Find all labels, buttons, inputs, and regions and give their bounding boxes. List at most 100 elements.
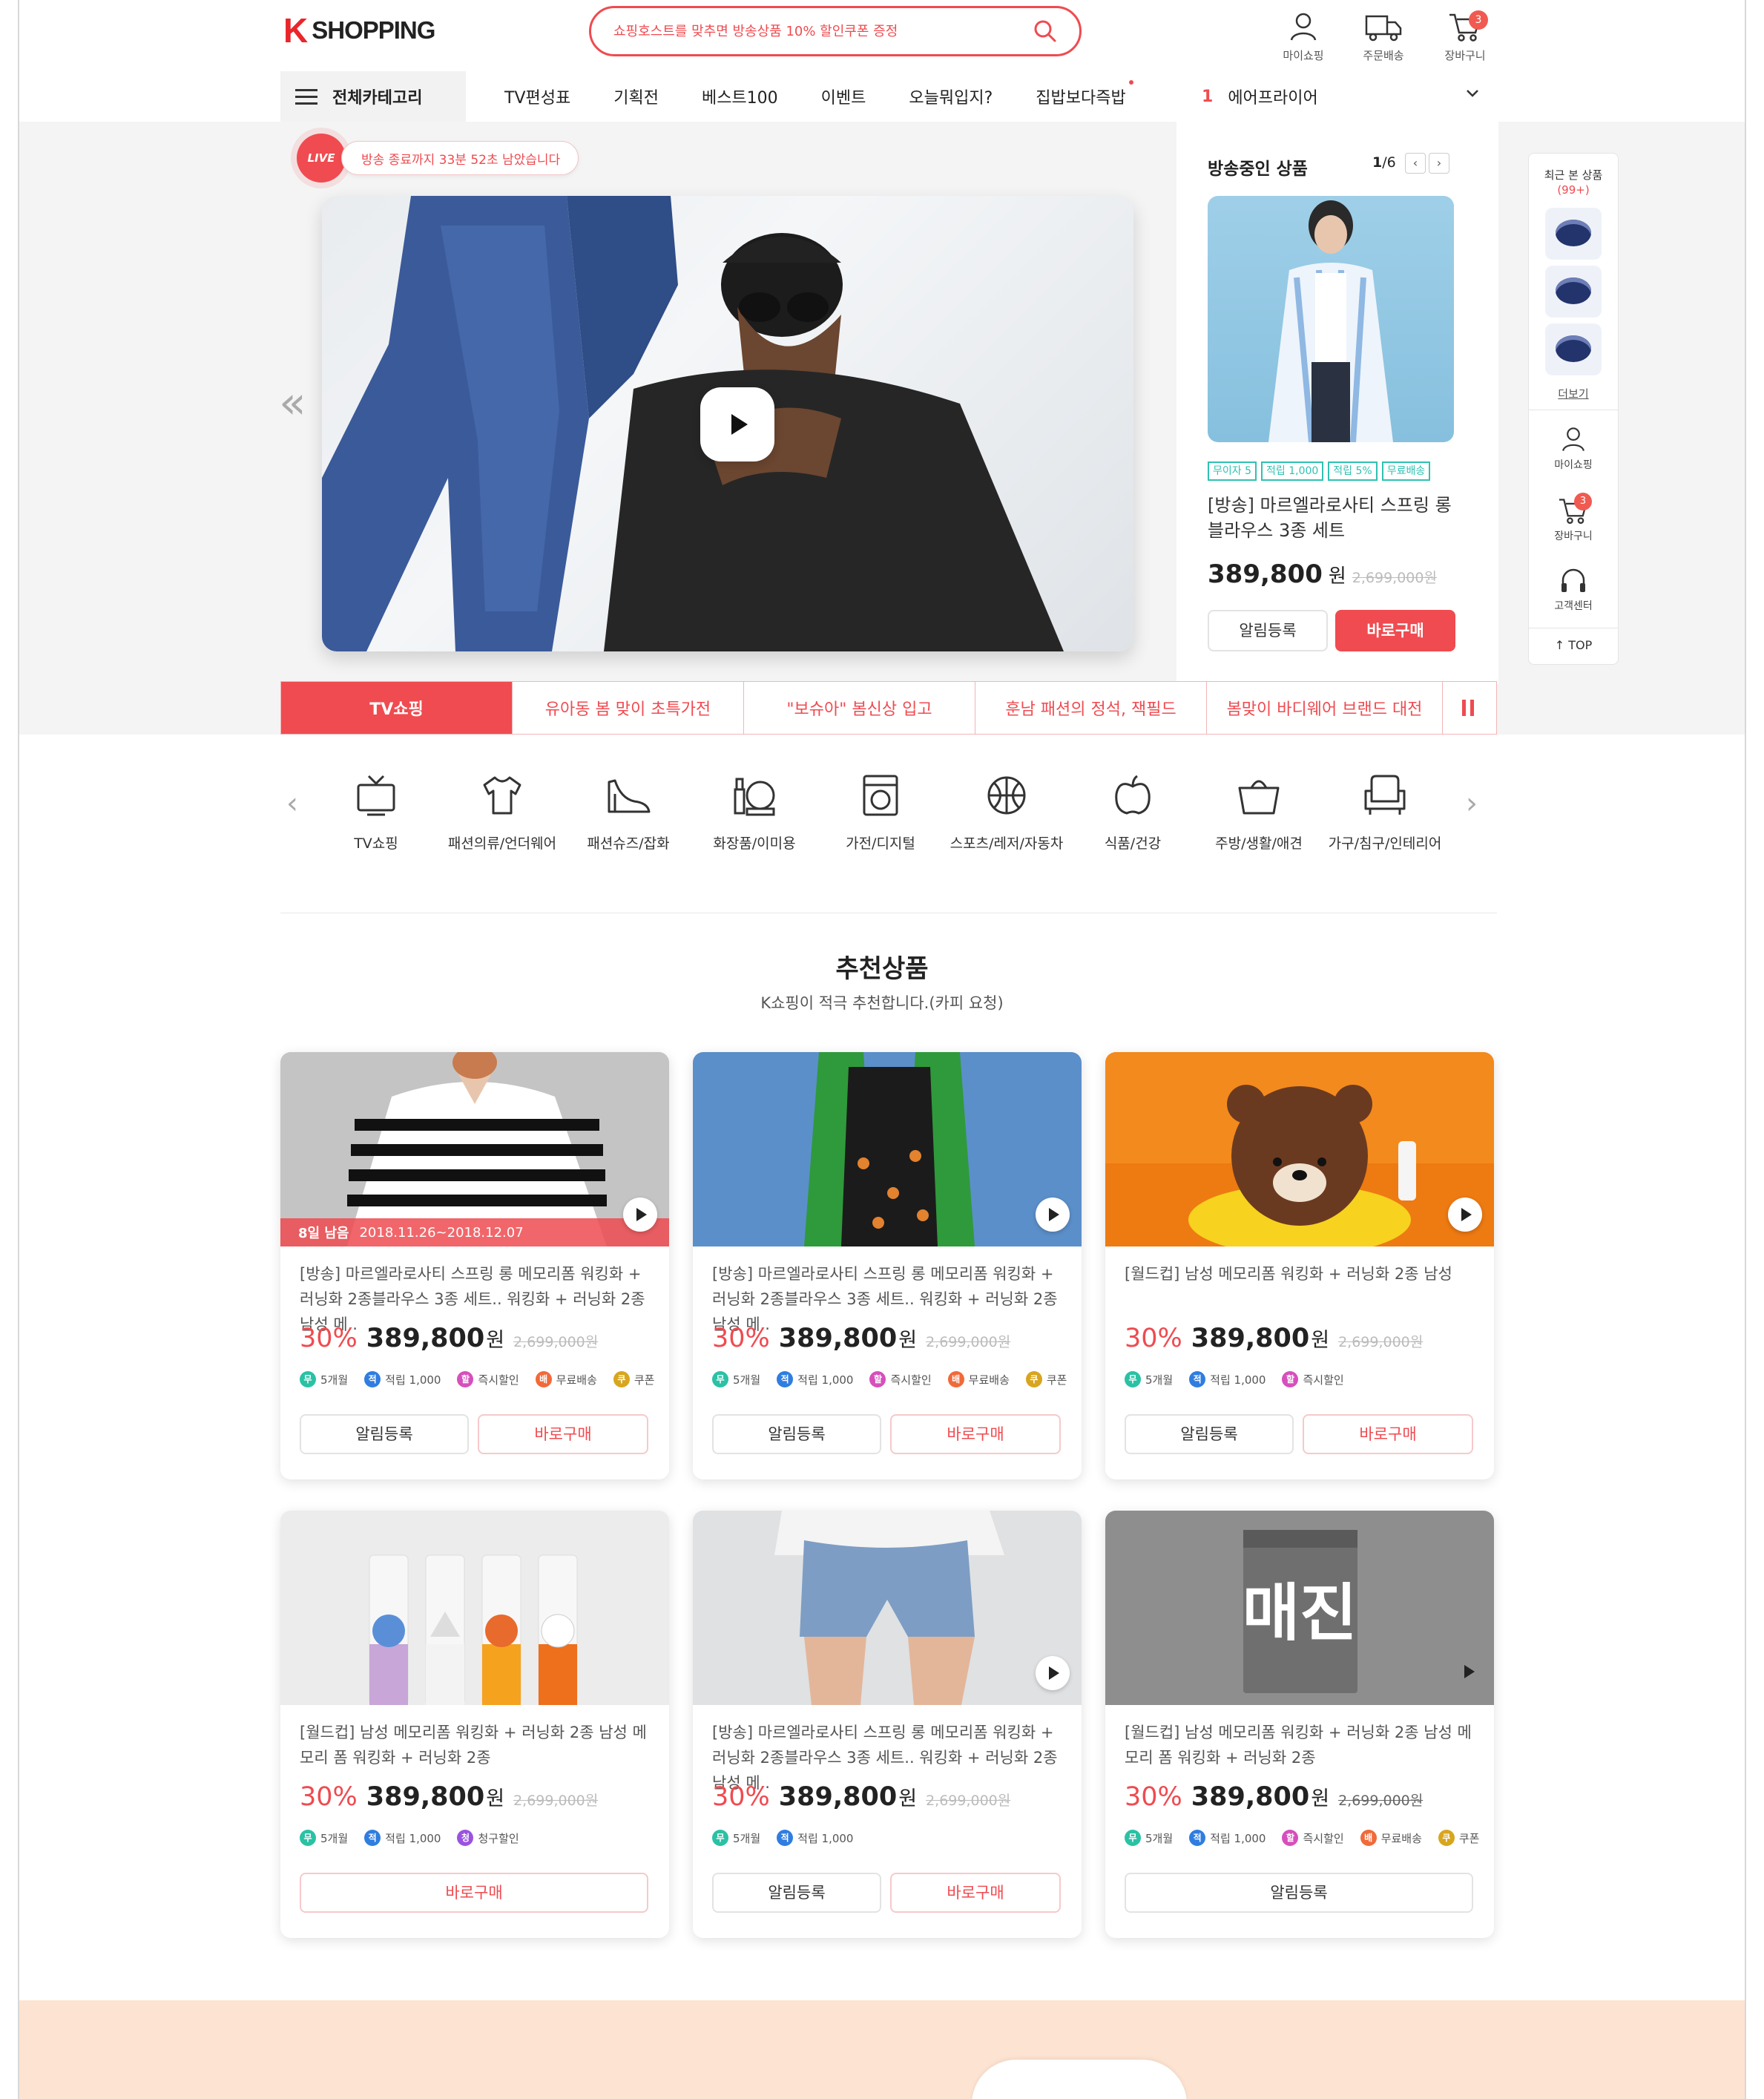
tab-tv-shopping[interactable]: TV쇼핑 [281, 682, 513, 734]
product-name[interactable]: [월드컵] 남성 메모리폼 워킹화 + 러닝화 2종 남성 메모리 폼 워킹화 … [300, 1720, 656, 1770]
nav-jipbap[interactable]: 집밥보다즉밥 [1036, 80, 1133, 108]
search-input[interactable] [613, 23, 1033, 39]
category-electronics[interactable]: 가전/디지털 [817, 772, 944, 853]
product-card[interactable]: [월드컵] 남성 메모리폼 워킹화 + 러닝화 2종 남성 30% 389,800… [1105, 1052, 1494, 1479]
nav-tv-schedule[interactable]: TV편성표 [504, 85, 570, 108]
alarm-button[interactable]: 알림등록 [1125, 1873, 1473, 1913]
tshirt-icon [483, 776, 521, 815]
on-air-prev-button[interactable]: ‹ [1405, 153, 1426, 174]
video-play-button[interactable] [1036, 1656, 1070, 1690]
pause-icon[interactable] [1443, 682, 1493, 734]
benefit-list: 무 5개월 적 적립 1,000 할 즉시할인 배 무료배송 쿠 쿠폰 [300, 1371, 656, 1387]
price-value: 389,800 [1208, 559, 1323, 589]
discount-rate: 30% [712, 1324, 770, 1353]
benefit-installment: 무 5개월 [1125, 1371, 1173, 1387]
buy-now-button[interactable]: 바로구매 [478, 1414, 648, 1454]
nav-best100[interactable]: 베스트100 [702, 85, 778, 108]
buy-now-button[interactable]: 바로구매 [890, 1873, 1061, 1913]
alarm-button[interactable]: 알림등록 [300, 1414, 469, 1454]
product-name[interactable]: [월드컵] 남성 메모리폼 워킹화 + 러닝화 2종 남성 메모리 폼 워킹화 … [1125, 1720, 1481, 1770]
video-play-button[interactable] [1448, 1198, 1482, 1232]
category-sports[interactable]: 스포츠/레저/자동차 [944, 772, 1070, 853]
buy-now-button[interactable]: 바로구매 [300, 1873, 648, 1913]
hero-prev-icon[interactable]: « [279, 377, 306, 429]
recent-product-1[interactable] [1545, 208, 1602, 260]
tag-point: 적립 1,000 [1261, 461, 1324, 481]
play-icon[interactable] [1464, 1665, 1475, 1678]
alarm-button[interactable]: 알림등록 [712, 1414, 881, 1454]
tab-kids[interactable]: 유아동 봄 맞이 초특가전 [513, 682, 744, 734]
scroll-top-button[interactable]: ↑ TOP [1528, 638, 1619, 652]
benefit-label: 쿠폰 [633, 1373, 655, 1387]
product-card[interactable]: [방송] 마르엘라로사티 스프링 롱 메모리폼 워킹화 + 러닝화 2종블라우스… [693, 1511, 1082, 1938]
nav-exhibition[interactable]: 기획전 [613, 85, 659, 108]
broadcast-timer: 방송 종료까지 33분 52초 남았습니다 [341, 141, 579, 175]
cosmetics-icon [734, 778, 775, 816]
popular-keyword-ticker[interactable]: 1 에어프라이어 [1202, 71, 1318, 122]
promo-banner[interactable] [19, 2000, 1745, 2099]
basketball-icon [987, 776, 1026, 815]
chevron-down-icon[interactable] [1465, 86, 1480, 101]
on-air-next-button[interactable]: › [1429, 153, 1449, 174]
quick-customer-center[interactable]: 고객센터 [1528, 567, 1619, 613]
benefit-label: 즉시할인 [1303, 1831, 1344, 1845]
product-card[interactable]: [월드컵] 남성 메모리폼 워킹화 + 러닝화 2종 남성 메모리 폼 워킹화 … [280, 1511, 669, 1938]
product-name[interactable]: [월드컵] 남성 메모리폼 워킹화 + 러닝화 2종 남성 [1125, 1261, 1481, 1287]
tab-bosua[interactable]: "보슈아" 봄신상 입고 [744, 682, 975, 734]
product-card[interactable]: 매진 [월드컵] 남성 메모리폼 워킹화 + 러닝화 2종 남성 메모리 폼 워… [1105, 1511, 1494, 1938]
benefit-installment: 무 5개월 [712, 1830, 760, 1846]
category-food[interactable]: 식품/건강 [1070, 772, 1196, 853]
nav-what-to-wear[interactable]: 오늘뭐입지? [909, 85, 993, 108]
buy-now-button[interactable]: 바로구매 [1303, 1414, 1473, 1454]
my-shopping-button[interactable]: 마이쇼핑 [1270, 10, 1337, 63]
recent-more-link[interactable]: 더보기 [1528, 386, 1619, 401]
on-air-alarm-button[interactable]: 알림등록 [1208, 610, 1328, 651]
product-card[interactable]: 8일 남음 2018.11.26~2018.12.07 [방송] 마르엘라로사티 … [280, 1052, 669, 1479]
benefit-label: 5개월 [733, 1373, 761, 1387]
category-kitchen[interactable]: 주방/생활/애견 [1196, 772, 1322, 853]
benefit-mark: 할 [869, 1371, 886, 1387]
video-play-button[interactable] [700, 387, 774, 461]
category-fashion[interactable]: 패션의류/언더웨어 [439, 772, 565, 853]
buy-now-button[interactable]: 바로구매 [890, 1414, 1061, 1454]
price-value: 389,800 [1191, 1324, 1310, 1353]
alarm-button[interactable]: 알림등록 [712, 1873, 881, 1913]
user-icon [1290, 13, 1317, 41]
tab-bodywear[interactable]: 봄맞이 바디웨어 브랜드 대전 [1207, 682, 1443, 734]
benefit-mark: 무 [712, 1830, 728, 1846]
product-card[interactable]: [방송] 마르엘라로사티 스프링 롱 메모리폼 워킹화 + 러닝화 2종블라우스… [693, 1052, 1082, 1479]
benefit-mark: 적 [1189, 1830, 1206, 1846]
logo[interactable]: K SHOPPING [283, 11, 435, 50]
cart-button[interactable]: 3 장바구니 [1432, 10, 1498, 63]
recent-product-2[interactable] [1545, 266, 1602, 318]
benefit-instant-discount: 할 즉시할인 [1282, 1830, 1344, 1846]
on-air-product-image[interactable] [1208, 196, 1454, 443]
nav-event[interactable]: 이벤트 [821, 85, 866, 108]
quick-cart[interactable]: 장바구니 [1528, 496, 1619, 543]
benefit-label: 청구할인 [478, 1831, 519, 1845]
category-beauty[interactable]: 화장품/이미용 [691, 772, 817, 853]
tag-free-shipping: 무료배송 [1381, 461, 1431, 481]
category-shoes[interactable]: 패션슈즈/잡화 [565, 772, 691, 853]
search-icon[interactable] [1033, 19, 1057, 43]
price-unit: 원 [486, 1787, 505, 1810]
product-price: 30% 389,800 원 2,699,000원 [1125, 1782, 1423, 1812]
video-play-button[interactable] [1036, 1198, 1070, 1232]
benefit-mark: 적 [1189, 1371, 1206, 1387]
on-air-buy-button[interactable]: 바로구매 [1335, 610, 1455, 651]
recent-product-3[interactable] [1545, 323, 1602, 375]
quick-my-shopping[interactable]: 마이쇼핑 [1528, 424, 1619, 472]
order-delivery-button[interactable]: 주문배송 [1350, 10, 1417, 63]
tab-jackfield[interactable]: 훈남 패션의 정석, 잭필드 [975, 682, 1207, 734]
high-heel-icon [608, 779, 651, 813]
category-label: 가전/디지털 [846, 835, 915, 852]
benefit-mark: 배 [535, 1371, 552, 1387]
video-play-button[interactable] [623, 1198, 657, 1232]
original-price: 2,699,000원 [926, 1334, 1011, 1350]
category-furniture[interactable]: 가구/침구/인테리어 [1322, 772, 1448, 853]
washing-machine-icon [863, 775, 898, 816]
alarm-button[interactable]: 알림등록 [1125, 1414, 1294, 1454]
category-tv[interactable]: TV쇼핑 [313, 772, 439, 853]
on-air-product-name[interactable]: [방송] 마르엘라로사티 스프링 롱 블라우스 3종 세트 [1208, 493, 1460, 543]
all-categories-button[interactable]: 전체카테고리 [280, 71, 466, 122]
